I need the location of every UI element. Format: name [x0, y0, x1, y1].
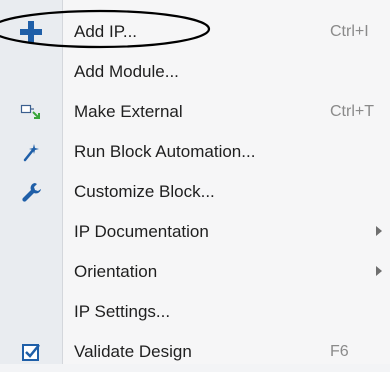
context-menu: Add IP... Ctrl+I Add Module... Make Exte… — [0, 0, 390, 364]
menu-item-label: IP Settings... — [74, 302, 171, 321]
menu-item-customize-block[interactable]: Customize Block... — [0, 172, 390, 212]
menu-item-label: Orientation — [74, 262, 158, 281]
menu-item-add-ip[interactable]: Add IP... Ctrl+I — [0, 12, 390, 52]
menu-item-run-block-automation[interactable]: Run Block Automation... — [0, 132, 390, 172]
make-external-icon — [0, 92, 62, 132]
validate-checkbox-icon — [0, 332, 62, 372]
menu-item-shortcut: F6 — [330, 343, 349, 360]
menu-item-label: Validate Design — [74, 342, 192, 361]
menu-item-shortcut: Ctrl+T — [330, 103, 374, 120]
submenu-arrow-icon — [376, 266, 382, 276]
menu-item-label: Add IP... — [74, 22, 138, 41]
menu-item-orientation[interactable]: Orientation — [0, 252, 390, 292]
menu-item-ip-settings[interactable]: IP Settings... — [0, 292, 390, 332]
menu-item-validate-design[interactable]: Validate Design F6 — [0, 332, 390, 372]
menu-item-label: IP Documentation — [74, 222, 209, 241]
plus-icon — [0, 12, 62, 52]
menu-item-shortcut: Ctrl+I — [330, 23, 369, 40]
menu-item-ip-documentation[interactable]: IP Documentation — [0, 212, 390, 252]
menu-item-label: Run Block Automation... — [74, 142, 256, 161]
menu-item-label: Add Module... — [74, 62, 179, 81]
wrench-icon — [0, 172, 62, 212]
menu-item-make-external[interactable]: Make External Ctrl+T — [0, 92, 390, 132]
magic-wand-icon — [0, 132, 62, 172]
menu-item-label: Make External — [74, 102, 183, 121]
menu-item-add-module[interactable]: Add Module... — [0, 52, 390, 92]
submenu-arrow-icon — [376, 226, 382, 236]
menu-item-label: Customize Block... — [74, 182, 215, 201]
